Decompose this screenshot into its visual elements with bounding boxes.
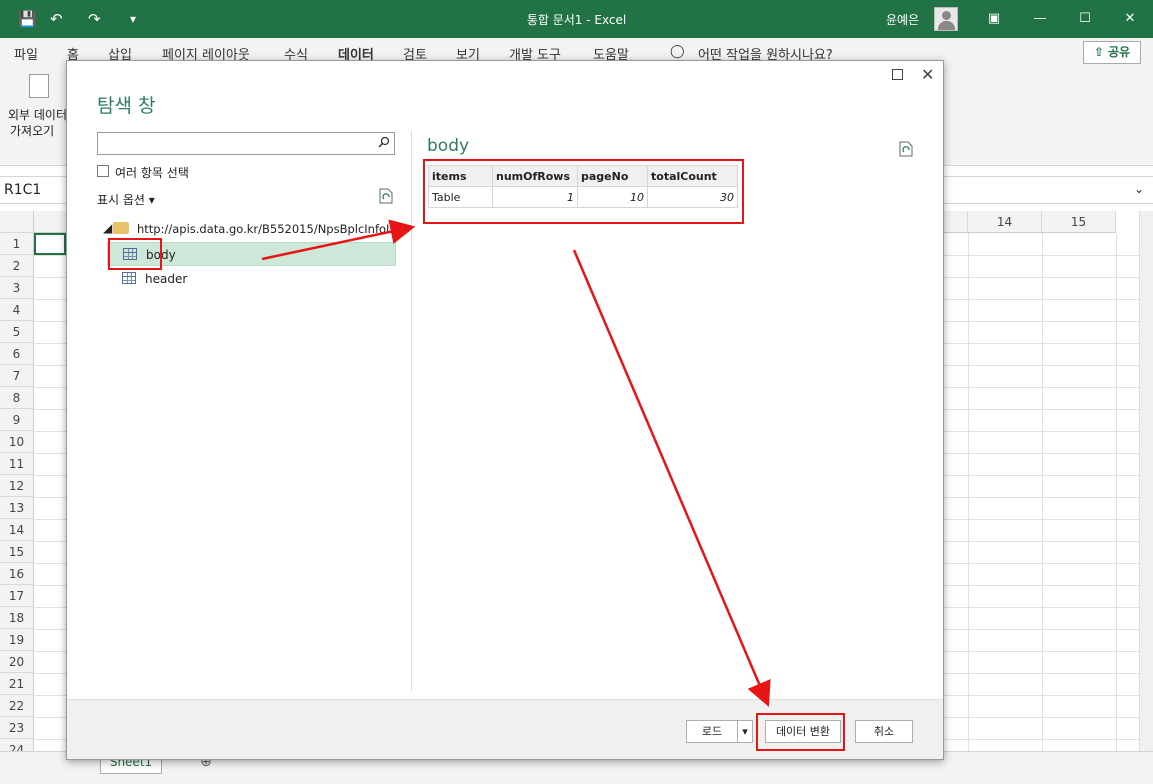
row-header[interactable]: 2 bbox=[0, 255, 34, 277]
row-header[interactable]: 23 bbox=[0, 717, 34, 739]
search-input[interactable] bbox=[97, 132, 395, 155]
tree-expand-icon[interactable]: ◢ bbox=[103, 221, 112, 235]
select-all-corner[interactable] bbox=[0, 211, 34, 233]
grid-line bbox=[1116, 233, 1117, 751]
annotation-box-body bbox=[108, 238, 162, 270]
maximize-icon[interactable] bbox=[892, 69, 903, 80]
row-header[interactable]: 6 bbox=[0, 343, 34, 365]
row-header[interactable]: 7 bbox=[0, 365, 34, 387]
external-data-label-2[interactable]: 가져오기 bbox=[10, 122, 54, 139]
maximize-icon[interactable]: ☐ bbox=[1075, 9, 1095, 29]
share-button[interactable]: ⇧ 공유 bbox=[1083, 41, 1141, 64]
row-header[interactable]: 13 bbox=[0, 497, 34, 519]
close-icon[interactable]: ✕ bbox=[1120, 9, 1140, 29]
avatar[interactable] bbox=[934, 7, 958, 31]
external-data-icon[interactable] bbox=[29, 74, 49, 98]
title-bar: 💾 ↶ ↷ ▾ 통합 문서1 - Excel 윤예은 ▣ — ☐ ✕ bbox=[0, 0, 1153, 38]
tree-root-url[interactable]: http://apis.data.go.kr/B552015/NpsBplcIn… bbox=[137, 222, 404, 236]
tree-item-label: header bbox=[145, 272, 188, 286]
row-header[interactable]: 9 bbox=[0, 409, 34, 431]
column-header[interactable]: 15 bbox=[1042, 211, 1116, 233]
row-header[interactable]: 21 bbox=[0, 673, 34, 695]
row-header[interactable]: 22 bbox=[0, 695, 34, 717]
display-options-button[interactable]: 표시 옵션 ▾ bbox=[97, 191, 155, 208]
minimize-icon[interactable]: — bbox=[1030, 9, 1050, 29]
window-title: 통합 문서1 - Excel bbox=[526, 13, 627, 27]
row-header[interactable]: 15 bbox=[0, 541, 34, 563]
ribbon-display-icon[interactable]: ▣ bbox=[984, 9, 1004, 29]
name-box[interactable]: R1C1 bbox=[4, 182, 41, 198]
column-header[interactable]: 14 bbox=[968, 211, 1042, 233]
multi-select-label: 여러 항목 선택 bbox=[115, 166, 189, 180]
multi-select-checkbox[interactable] bbox=[97, 165, 109, 177]
table-icon bbox=[122, 272, 136, 284]
annotation-box-table bbox=[423, 159, 744, 224]
row-header[interactable]: 18 bbox=[0, 607, 34, 629]
active-cell[interactable] bbox=[34, 233, 66, 255]
user-name[interactable]: 윤예은 bbox=[886, 11, 919, 28]
row-header[interactable]: 3 bbox=[0, 277, 34, 299]
row-header[interactable]: 5 bbox=[0, 321, 34, 343]
external-data-label[interactable]: 외부 데이터 bbox=[8, 106, 67, 123]
grid-line bbox=[1042, 233, 1043, 751]
search-icon[interactable] bbox=[378, 136, 390, 148]
dialog-title: 탐색 창 bbox=[97, 95, 156, 117]
grid-line bbox=[968, 233, 969, 751]
preview-refresh-icon[interactable] bbox=[899, 141, 913, 157]
row-header[interactable]: 16 bbox=[0, 563, 34, 585]
row-header[interactable]: 4 bbox=[0, 299, 34, 321]
annotation-box-transform bbox=[756, 713, 845, 751]
tab-file[interactable]: 파일 bbox=[14, 44, 38, 63]
load-button[interactable]: 로드 bbox=[686, 720, 738, 743]
row-header[interactable]: 12 bbox=[0, 475, 34, 497]
load-dropdown-button[interactable]: ▾ bbox=[737, 720, 753, 743]
folder-icon bbox=[113, 222, 129, 234]
row-header[interactable]: 17 bbox=[0, 585, 34, 607]
row-header[interactable]: 14 bbox=[0, 519, 34, 541]
cancel-button[interactable]: 취소 bbox=[855, 720, 913, 743]
panel-divider[interactable] bbox=[411, 131, 412, 691]
row-header[interactable]: 10 bbox=[0, 431, 34, 453]
row-header[interactable]: 20 bbox=[0, 651, 34, 673]
row-header[interactable]: 19 bbox=[0, 629, 34, 651]
refresh-icon[interactable] bbox=[379, 188, 393, 204]
preview-title: body bbox=[427, 136, 470, 156]
row-header[interactable]: 8 bbox=[0, 387, 34, 409]
lightbulb-icon: ◯ bbox=[670, 44, 685, 59]
close-icon[interactable]: ✕ bbox=[921, 65, 934, 84]
row-header[interactable]: 1 bbox=[0, 233, 34, 255]
row-header[interactable]: 11 bbox=[0, 453, 34, 475]
chevron-down-icon[interactable]: ⌄ bbox=[1134, 182, 1144, 196]
vertical-scrollbar[interactable] bbox=[1139, 211, 1153, 751]
tree-item-header[interactable]: header bbox=[107, 267, 396, 291]
